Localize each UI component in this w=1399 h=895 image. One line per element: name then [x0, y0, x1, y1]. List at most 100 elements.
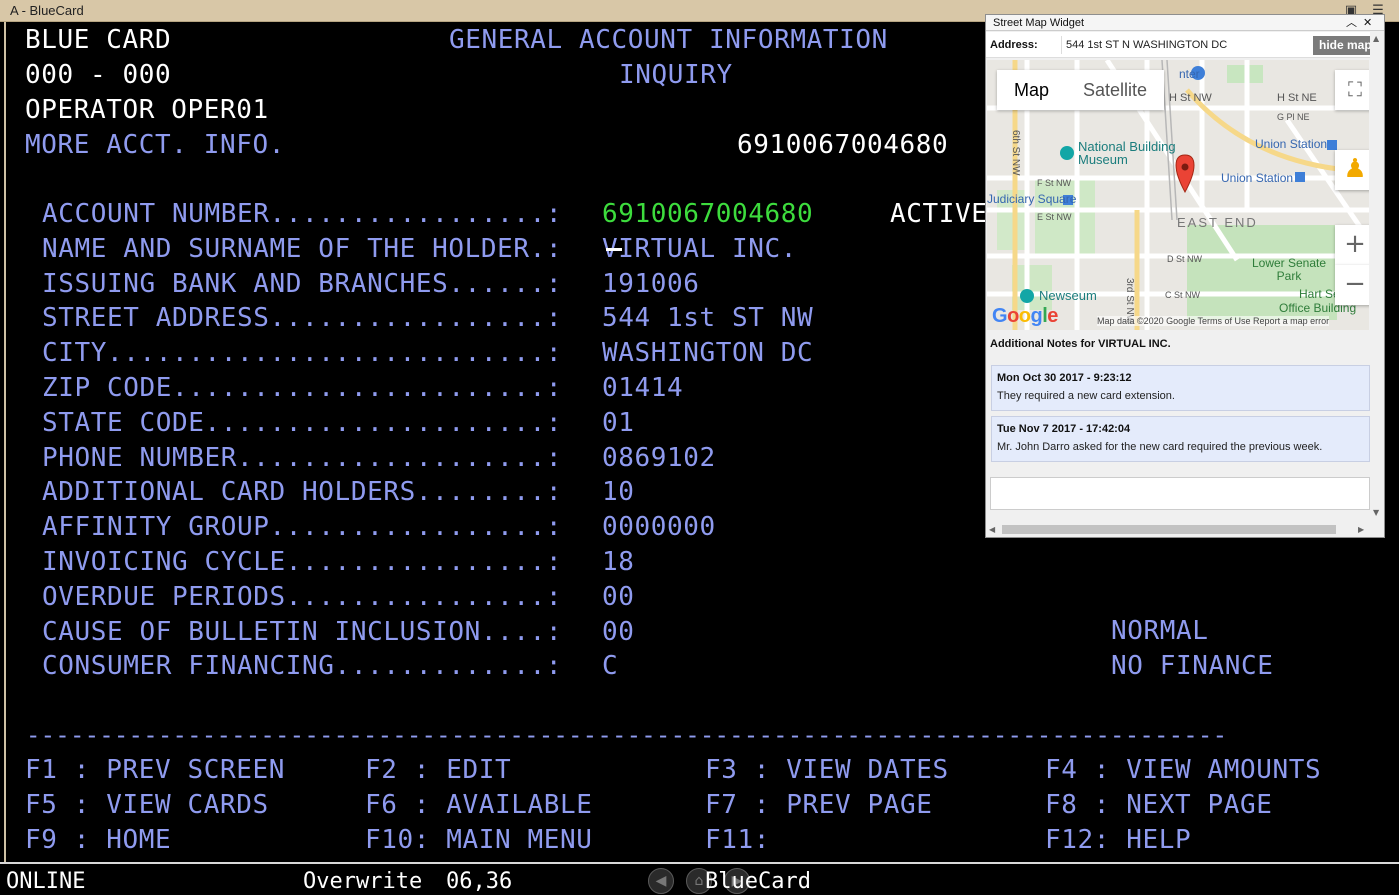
account-status: ACTIVE: [890, 199, 988, 229]
field-label: ACCOUNT NUMBER.................:: [42, 199, 579, 229]
note-text: They required a new card extension.: [997, 390, 1175, 402]
field-value[interactable]: 01414: [602, 373, 683, 403]
function-key[interactable]: F6 : AVAILABLE: [365, 790, 593, 820]
collapse-icon[interactable]: ︿: [1346, 15, 1357, 31]
function-key[interactable]: F7 : PREV PAGE: [705, 790, 933, 820]
field-label: OVERDUE PERIODS................:: [42, 581, 579, 612]
note-date: Mon Oct 30 2017 - 9:23:12: [997, 372, 1132, 384]
map-label-6th-st: 6th St NW: [1010, 130, 1021, 176]
zoom-in-icon[interactable]: +: [1335, 225, 1369, 265]
field-label: STATE CODE.....................:: [42, 407, 579, 438]
map-label-east-end: EAST END: [1177, 215, 1258, 230]
zoom-out-icon[interactable]: −: [1335, 265, 1369, 305]
horizontal-scrollbar[interactable]: ◀ ▶: [986, 522, 1370, 537]
note-date: Tue Nov 7 2017 - 17:42:04: [997, 423, 1131, 435]
function-key[interactable]: F9 : HOME: [25, 825, 171, 855]
field-value[interactable]: 01: [602, 408, 635, 438]
widget-title: Street Map Widget: [986, 15, 1384, 31]
map-type-satellite-button[interactable]: Satellite: [1066, 70, 1164, 110]
street-map-widget[interactable]: Street Map Widget ︿ ✕ Address: 544 1st S…: [985, 14, 1385, 538]
function-key[interactable]: F2 : EDIT: [365, 755, 511, 785]
header-account-number: 6910067004680: [737, 130, 949, 160]
field-label: STREET ADDRESS.................:: [42, 303, 579, 334]
field-label: ADDITIONAL CARD HOLDERS........:: [42, 477, 579, 508]
header-product: BLUE CARD: [25, 25, 172, 55]
note-item: Tue Nov 7 2017 - 17:42:04 Mr. John Darro…: [991, 416, 1370, 462]
map-label-judiciary-square: Judiciary Square: [987, 192, 1077, 206]
field-label: PHONE NUMBER...................:: [42, 442, 579, 473]
fullscreen-icon[interactable]: ⛶: [1335, 70, 1369, 110]
field-value[interactable]: VIRTUAL INC.: [602, 234, 797, 264]
note-item: Mon Oct 30 2017 - 9:23:12 They required …: [991, 365, 1370, 411]
back-icon[interactable]: ◀: [648, 868, 674, 894]
horizontal-scroll-thumb[interactable]: [1002, 525, 1336, 534]
function-key[interactable]: F1 : PREV SCREEN: [25, 755, 285, 785]
field-value[interactable]: 544 1st ST NW: [602, 303, 813, 333]
cursor-position: 06,36: [446, 869, 513, 894]
map-label-lower-senate-park: Lower Senate Park: [1251, 256, 1327, 283]
header-more-info: MORE ACCT. INFO.: [25, 130, 286, 160]
map-label-national-building-museum: National Building Museum: [1078, 139, 1176, 167]
field-value[interactable]: 0869102: [602, 443, 716, 473]
function-key[interactable]: F12: HELP: [1045, 825, 1191, 855]
map-type-switch: Map Satellite: [997, 70, 1165, 110]
function-key[interactable]: F10: MAIN MENU: [365, 825, 593, 855]
function-key[interactable]: F5 : VIEW CARDS: [25, 790, 269, 820]
field-value[interactable]: C: [602, 651, 618, 681]
field-value[interactable]: WASHINGTON DC: [602, 338, 813, 368]
address-label: Address:: [990, 39, 1038, 51]
separator-line: ----------------------------------------…: [26, 721, 1228, 749]
field-value[interactable]: 191006: [602, 269, 700, 299]
field-label: CONSUMER FINANCING.............:: [42, 651, 579, 682]
function-key[interactable]: F3 : VIEW DATES: [705, 755, 949, 785]
field-label: ZIP CODE.......................:: [42, 373, 579, 403]
field-label: CAUSE OF BULLETIN INCLUSION....:: [42, 616, 579, 647]
map-label-e-st: E St NW: [1037, 212, 1072, 222]
map-label-g-pl-ne: G Pl NE: [1277, 112, 1310, 122]
field-label: ISSUING BANK AND BRANCHES......:: [42, 268, 579, 299]
screen-title: GENERAL ACCOUNT INFORMATION: [449, 25, 888, 55]
header-code: 000 - 000: [25, 60, 172, 90]
map-attribution[interactable]: Map data ©2020 Google Terms of Use Repor…: [1097, 316, 1330, 326]
map-label-newseum: Newseum: [1039, 288, 1097, 303]
street-view-pegman-icon[interactable]: ♟: [1335, 150, 1369, 190]
function-key[interactable]: F4 : VIEW AMOUNTS: [1045, 755, 1321, 785]
hide-map-button[interactable]: hide map: [1313, 36, 1370, 55]
vertical-scrollbar[interactable]: ▲ ▼: [1370, 32, 1384, 520]
finance-status: NO FINANCE: [1111, 651, 1274, 681]
map-label-h-st-ne: H St NE: [1277, 92, 1317, 104]
address-field[interactable]: 544 1st ST N WASHINGTON DC: [1061, 36, 1306, 54]
note-input[interactable]: [990, 477, 1370, 510]
field-value[interactable]: 10: [602, 477, 635, 507]
function-key[interactable]: F11:: [705, 825, 770, 855]
window-title: A - BlueCard: [10, 3, 84, 18]
input-mode: Overwrite: [303, 869, 423, 894]
field-value[interactable]: 00: [602, 582, 635, 612]
status-bar: ONLINE Overwrite 06,36 ◀ ⌂ ▶ BlueCard: [0, 862, 1399, 895]
app-name: BlueCard: [705, 869, 811, 894]
notes-title: Additional Notes for VIRTUAL INC.: [990, 338, 1171, 350]
bulletin-status: NORMAL: [1111, 616, 1209, 646]
field-value[interactable]: 18: [602, 547, 635, 577]
header-operator: OPERATOR OPER01: [25, 95, 269, 125]
function-key[interactable]: F8 : NEXT PAGE: [1045, 790, 1273, 820]
map-label-h-st-nw: H St NW: [1169, 92, 1212, 104]
field-value[interactable]: 0000000: [602, 512, 716, 542]
google-logo: Google: [992, 305, 1058, 327]
screen-subtitle: INQUIRY: [619, 60, 733, 90]
street-map[interactable]: H St NW H St NE G Pl NE nter National Bu…: [987, 60, 1369, 330]
field-value[interactable]: 00: [602, 617, 635, 647]
field-label: AFFINITY GROUP.................:: [42, 512, 579, 543]
address-row: Address: 544 1st ST N WASHINGTON DC hide…: [986, 32, 1370, 58]
map-label-center: nter: [1179, 67, 1200, 81]
field-label: CITY...........................:: [42, 338, 579, 369]
map-label-union-station-a: Union Station: [1255, 137, 1328, 151]
close-icon[interactable]: ✕: [1363, 15, 1372, 31]
map-label-d-st: D St NW: [1167, 254, 1202, 264]
field-label: NAME AND SURNAME OF THE HOLDER.:: [42, 233, 579, 264]
map-label-union-station-b: Union Station: [1221, 171, 1294, 185]
field-label: INVOICING CYCLE................:: [42, 547, 579, 577]
field-value[interactable]: 6910067004680: [602, 199, 813, 229]
note-text: Mr. John Darro asked for the new card re…: [997, 441, 1323, 453]
map-type-map-button[interactable]: Map: [997, 70, 1066, 110]
